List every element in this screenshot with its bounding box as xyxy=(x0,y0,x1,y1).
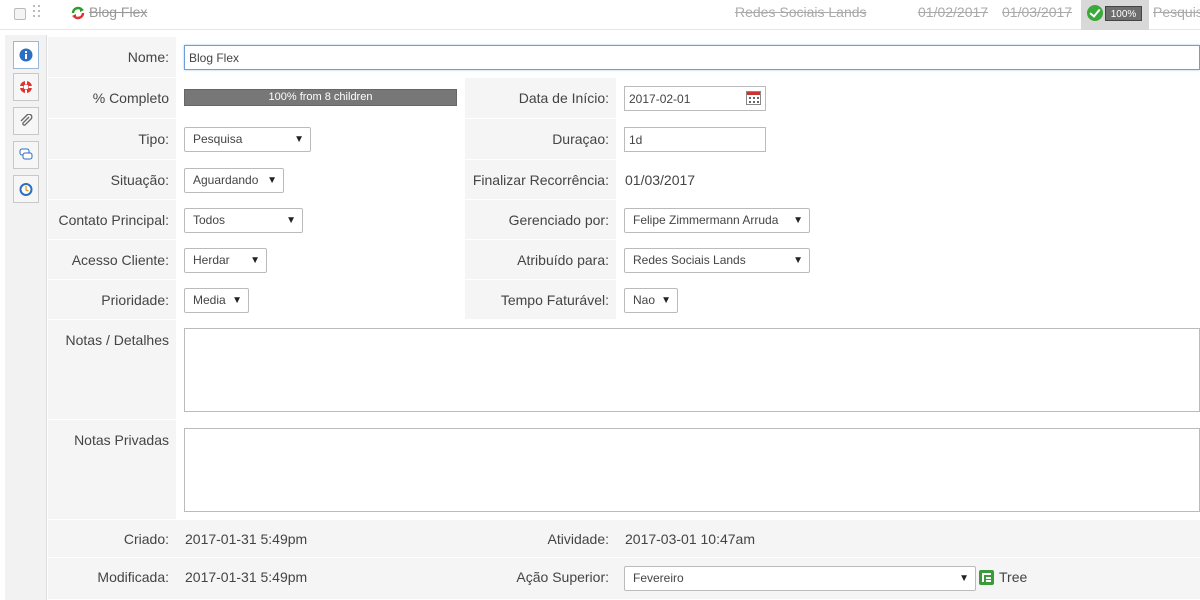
status-value: Aguardando xyxy=(193,173,259,187)
percent-label: % Completo xyxy=(92,90,169,106)
percent-badge: 100% xyxy=(1105,6,1142,21)
notes-textarea[interactable] xyxy=(184,328,1200,412)
chevron-down-icon: ▼ xyxy=(793,215,803,226)
end-recurrence-label: Finalizar Recorrência: xyxy=(472,172,609,188)
tab-support[interactable] xyxy=(13,73,39,101)
tree-link[interactable]: Tree xyxy=(999,569,1027,585)
tab-time[interactable] xyxy=(13,175,39,203)
chevron-down-icon: ▼ xyxy=(793,255,803,266)
chevron-down-icon: ▼ xyxy=(959,573,969,584)
info-icon xyxy=(19,48,33,62)
row-notes: Notas / Detalhes xyxy=(48,320,1200,420)
type-select[interactable]: Pesquisa ▼ xyxy=(184,127,311,152)
chevron-down-icon: ▼ xyxy=(294,134,304,145)
row-status: Situação: Aguardando ▼ Finalizar Recorrên… xyxy=(48,160,1200,200)
billable-cell xyxy=(616,280,1200,319)
main-contact-label: Contato Principal: xyxy=(58,212,169,228)
tab-attachments[interactable] xyxy=(13,107,39,135)
row-type: Tipo: Pesquisa ▼ Duraçao: xyxy=(48,119,1200,160)
modified-label: Modificada: xyxy=(97,569,169,585)
managed-by-value: Felipe Zimmermann Arruda xyxy=(633,213,779,227)
end-recurrence-value: 01/03/2017 xyxy=(625,172,696,188)
created-value: 2017-01-31 5:49pm xyxy=(185,531,308,547)
billable-select[interactable]: Nao ▼ xyxy=(624,288,678,313)
row-percent: % Completo 100% from 8 children Data de … xyxy=(48,78,1200,119)
chevron-down-icon: ▼ xyxy=(250,255,260,266)
start-date-input[interactable] xyxy=(624,86,766,111)
priority-value: Media xyxy=(193,293,226,307)
paperclip-icon xyxy=(20,114,33,126)
drag-handle-icon[interactable] xyxy=(33,5,43,19)
modified-value: 2017-01-31 5:49pm xyxy=(185,569,308,585)
detail-tab-bar xyxy=(5,35,47,600)
duration-label: Duraçao: xyxy=(552,131,609,147)
tab-info[interactable] xyxy=(13,41,39,69)
chevron-down-icon: ▼ xyxy=(286,215,296,226)
type-label: Tipo: xyxy=(138,131,169,147)
parent-action-select[interactable]: Fevereiro ▼ xyxy=(624,566,976,591)
client-access-label: Acesso Cliente: xyxy=(71,252,169,268)
name-label: Nome: xyxy=(127,49,169,65)
client-access-value: Herdar xyxy=(193,253,230,267)
notes-label: Notas / Detalhes xyxy=(65,332,170,348)
complete-check-icon[interactable] xyxy=(1087,5,1103,21)
row-checkbox[interactable] xyxy=(14,8,26,20)
status-select[interactable]: Aguardando ▼ xyxy=(184,168,284,193)
clock-icon xyxy=(19,183,33,196)
task-end-date: 01/03/2017 xyxy=(1002,4,1073,20)
assigned-to-value: Redes Sociais Lands xyxy=(633,253,746,267)
managed-by-label: Gerenciado por: xyxy=(508,212,609,228)
billable-label: Tempo Faturável: xyxy=(500,292,609,308)
task-row[interactable]: Blog Flex Redes Sociais Lands 01/02/2017… xyxy=(0,0,1200,30)
created-label: Criado: xyxy=(123,531,169,547)
task-assignee: Redes Sociais Lands xyxy=(735,4,867,20)
assigned-to-label: Atribuído para: xyxy=(517,252,609,268)
name-input[interactable] xyxy=(184,45,1200,70)
parent-action-label: Ação Superior: xyxy=(516,569,609,585)
tree-icon[interactable] xyxy=(979,570,994,585)
private-notes-label: Notas Privadas xyxy=(74,432,169,448)
assigned-to-select[interactable]: Redes Sociais Lands ▼ xyxy=(624,248,810,273)
task-title[interactable]: Blog Flex xyxy=(89,4,147,20)
percent-progress-bar: 100% from 8 children xyxy=(184,89,457,106)
task-type: Pesquisa xyxy=(1153,4,1200,20)
priority-select[interactable]: Media ▼ xyxy=(184,288,249,313)
progress-text: 100% from 8 children xyxy=(268,91,373,103)
comments-icon xyxy=(19,148,33,160)
parent-action-value: Fevereiro xyxy=(633,571,684,585)
main-contact-select[interactable]: Todos ▼ xyxy=(184,208,303,233)
priority-label: Prioridade: xyxy=(101,292,169,308)
chevron-down-icon: ▼ xyxy=(232,295,242,306)
type-value: Pesquisa xyxy=(193,132,243,146)
task-start-date: 01/02/2017 xyxy=(918,4,989,20)
client-access-select[interactable]: Herdar ▼ xyxy=(184,248,267,273)
recurring-icon xyxy=(71,6,85,20)
start-date-label: Data de Início: xyxy=(518,90,609,106)
tab-comments[interactable] xyxy=(13,141,39,169)
row-priority: Prioridade: Media ▼ Tempo Faturável: Nao ▼ xyxy=(48,280,1200,320)
activity-label: Atividade: xyxy=(547,531,609,547)
row-client-access: Acesso Cliente: Herdar ▼ Atribuído para: … xyxy=(48,240,1200,280)
calendar-icon[interactable] xyxy=(746,91,761,105)
row-private-notes: Notas Privadas xyxy=(48,420,1200,520)
row-contact: Contato Principal: Todos ▼ Gerenciado por… xyxy=(48,200,1200,240)
end-recurrence-cell xyxy=(616,160,1200,199)
managed-by-select[interactable]: Felipe Zimmermann Arruda ▼ xyxy=(624,208,810,233)
billable-value: Nao xyxy=(633,293,656,307)
activity-value: 2017-03-01 10:47am xyxy=(625,531,755,547)
main-contact-value: Todos xyxy=(193,213,226,227)
task-detail-form: Nome: % Completo 100% from 8 children Da… xyxy=(48,37,1200,600)
row-modified: Modificada: 2017-01-31 5:49pm Ação Super… xyxy=(48,558,1200,600)
row-created: Criado: 2017-01-31 5:49pm Atividade: 201… xyxy=(48,520,1200,558)
chevron-down-icon: ▼ xyxy=(267,175,277,186)
row-name: Nome: xyxy=(48,37,1200,78)
lifebuoy-icon xyxy=(19,80,33,94)
chevron-down-icon: ▼ xyxy=(661,295,671,306)
status-label: Situação: xyxy=(110,172,169,188)
private-notes-textarea[interactable] xyxy=(184,428,1200,512)
duration-input[interactable] xyxy=(624,127,766,152)
